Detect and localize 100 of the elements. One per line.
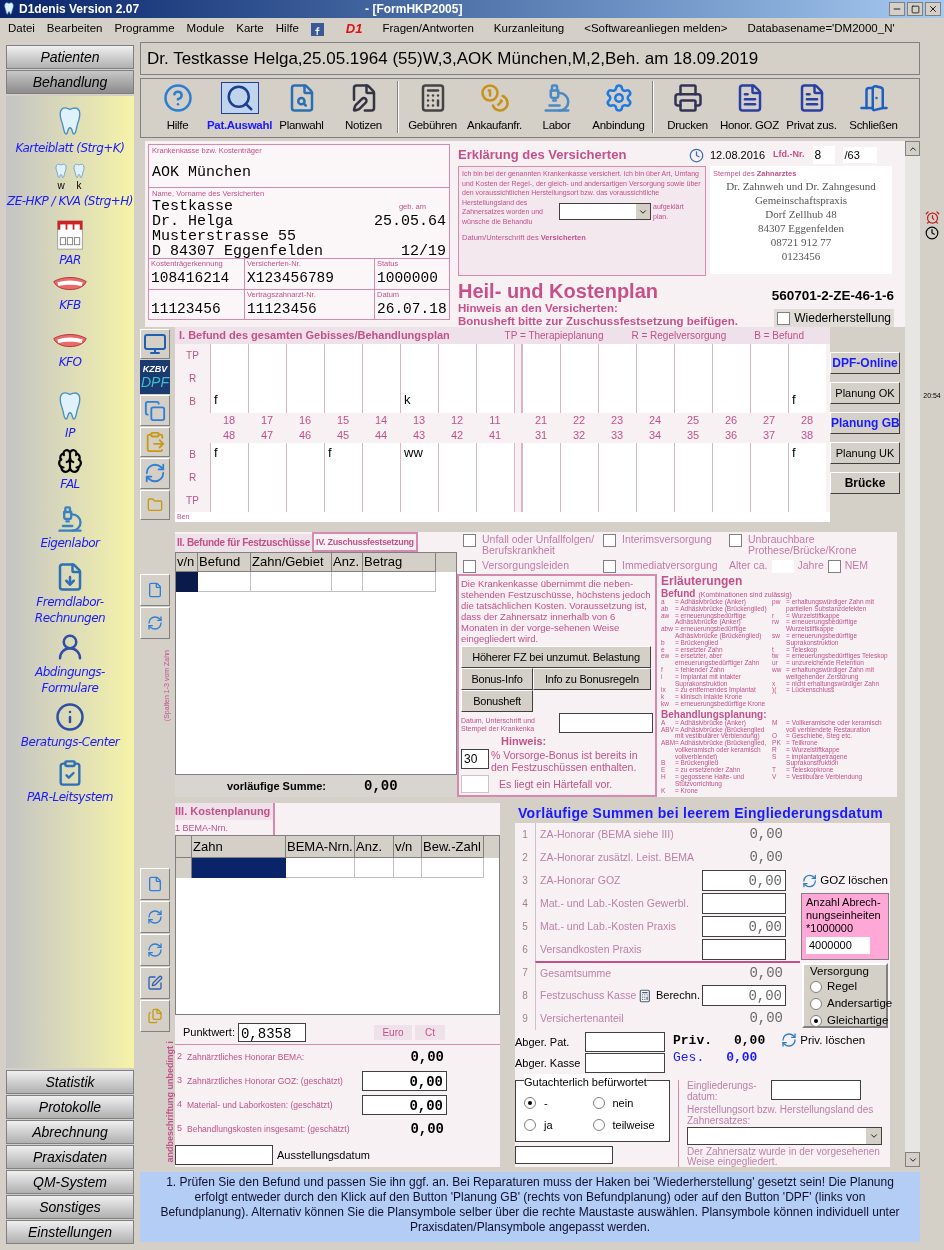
module-link[interactable]: Karteiblatt (Strg+K): [6, 140, 134, 156]
date-field[interactable]: [175, 1145, 273, 1165]
amount-field[interactable]: [702, 893, 786, 914]
menu-item[interactable]: <Softwareanliegen melden>: [584, 20, 728, 38]
module-link[interactable]: KFB: [6, 297, 134, 313]
tool-button[interactable]: [140, 1000, 170, 1032]
sidebar-tab[interactable]: Abrechnung: [6, 1120, 134, 1144]
table-cell[interactable]: [198, 571, 251, 592]
checkbox[interactable]: [603, 533, 616, 547]
clock-icon[interactable]: [925, 226, 939, 240]
number-field[interactable]: 8: [812, 146, 835, 164]
checkbox[interactable]: [463, 559, 476, 573]
text-field[interactable]: [515, 1146, 613, 1164]
maximize-button[interactable]: [907, 2, 923, 16]
sidebar-tab[interactable]: Sonstiges: [6, 1195, 134, 1219]
bonus-field[interactable]: 30: [461, 749, 489, 770]
toolbar-button[interactable]: Privat zus.: [781, 82, 842, 134]
table-cell[interactable]: [332, 571, 363, 592]
toolbar-button[interactable]: Pat.Auswahl: [209, 82, 270, 134]
toolbar-button[interactable]: Ankaufanfr.: [464, 82, 525, 134]
sidebar-tab[interactable]: QM-System: [6, 1170, 134, 1194]
plan-button[interactable]: Planung GB: [830, 412, 900, 434]
toolbar-button[interactable]: Planwahl: [271, 82, 332, 134]
menu-item[interactable]: Fragen/Antworten: [382, 20, 474, 38]
alarm-clock-icon[interactable]: [924, 210, 940, 225]
selected-cell[interactable]: [192, 858, 286, 878]
plan-button[interactable]: Brücke: [830, 472, 900, 494]
module-link[interactable]: FAL: [6, 476, 134, 492]
sidebar-tab[interactable]: Praxisdaten: [6, 1145, 134, 1169]
facebook-icon[interactable]: [310, 22, 324, 36]
table-cell[interactable]: [363, 571, 436, 592]
menu-item[interactable]: Bearbeiten: [46, 20, 103, 38]
toolbar-button[interactable]: Schließen: [843, 82, 904, 134]
recycle-icon[interactable]: [147, 614, 163, 631]
module-link[interactable]: Abdingungs- Formulare: [6, 664, 134, 696]
calculator-icon[interactable]: [638, 988, 652, 1003]
amount-field[interactable]: [585, 1053, 665, 1073]
toolbar-button[interactable]: Hilfe: [147, 82, 208, 134]
sidebar-tab[interactable]: Patienten: [6, 45, 134, 69]
radio-button[interactable]: [592, 1119, 605, 1132]
dpf-button[interactable]: KZBV DPF: [140, 360, 170, 395]
table-cell[interactable]: [355, 858, 394, 878]
signature-field[interactable]: [559, 712, 653, 733]
toolbar-button[interactable]: Notizen: [333, 82, 394, 134]
toolbar-button[interactable]: Gebühren: [402, 82, 463, 134]
goz-delete-button[interactable]: GOZ löschen: [820, 871, 888, 890]
edit-icon[interactable]: [147, 975, 163, 991]
new-document-icon[interactable]: [147, 581, 163, 598]
checkbox[interactable]: [603, 559, 616, 573]
menu-item[interactable]: Kurzanleitung: [493, 20, 565, 38]
checkbox[interactable]: [463, 533, 476, 547]
sidebar-tab[interactable]: Protokolle: [6, 1095, 134, 1119]
checkbox[interactable]: [777, 311, 791, 325]
plan-button[interactable]: Planung OK: [830, 382, 900, 404]
module-link[interactable]: PAR: [6, 252, 134, 268]
close-button[interactable]: [925, 2, 941, 16]
checkbox[interactable]: [827, 559, 841, 573]
recycle-icon[interactable]: [147, 909, 163, 925]
amount-field[interactable]: 0,00: [702, 870, 786, 891]
dropdown[interactable]: [559, 203, 651, 221]
toolbar-button[interactable]: Labor: [526, 82, 587, 134]
sidebar-tab[interactable]: Einstellungen: [6, 1220, 134, 1244]
scroll-down-button[interactable]: [905, 1152, 920, 1167]
button[interactable]: Bonus-Info: [461, 667, 533, 690]
amount-field[interactable]: 0,00: [702, 985, 786, 1006]
tool-button[interactable]: [140, 606, 170, 639]
table-cell[interactable]: [286, 858, 355, 878]
module-link[interactable]: ZE-HKP / KVA (Strg+H): [6, 193, 134, 209]
menu-item[interactable]: Karte: [236, 20, 264, 38]
menu-item[interactable]: Datei: [8, 20, 35, 38]
radio-button[interactable]: [810, 1014, 822, 1027]
sidebar-tab[interactable]: Statistik: [6, 1070, 134, 1094]
tool-button[interactable]: [140, 967, 170, 999]
date-field[interactable]: [771, 1080, 861, 1100]
radio-button[interactable]: [810, 997, 822, 1010]
checkbox[interactable]: [461, 775, 489, 794]
radio-button[interactable]: [592, 1096, 605, 1109]
checkbox[interactable]: [729, 533, 742, 547]
plan-button[interactable]: Planung UK: [830, 442, 900, 464]
module-link[interactable]: PAR-Leitsystem: [6, 789, 134, 805]
radio-button[interactable]: [524, 1119, 536, 1132]
plan-button[interactable]: DPF-Online: [830, 352, 900, 374]
recycle-icon[interactable]: [147, 942, 163, 958]
punktwert-field[interactable]: 0,8358: [237, 1023, 306, 1042]
tool-button[interactable]: [140, 573, 170, 606]
menu-item[interactable]: Databasename='DM2000_N': [747, 20, 895, 38]
button[interactable]: Bonusheft: [461, 689, 533, 712]
toolbar-button[interactable]: Honor. GOZ: [719, 82, 780, 134]
button[interactable]: Höherer FZ bei unzumut. Belastung: [461, 645, 651, 668]
table-cell[interactable]: [422, 858, 484, 878]
amount-field[interactable]: 0,00: [362, 1095, 447, 1115]
module-link[interactable]: Eigenlabor: [6, 535, 134, 551]
module-link[interactable]: KFO: [6, 354, 134, 370]
tool-button[interactable]: [140, 868, 170, 900]
table-cell[interactable]: [394, 858, 422, 878]
sidebar-tab[interactable]: Behandlung: [6, 70, 134, 94]
button[interactable]: Info zu Bonusregeln: [533, 667, 651, 690]
tool-button[interactable]: [140, 901, 170, 933]
dropdown[interactable]: [687, 1127, 882, 1145]
radio-button[interactable]: [524, 1096, 536, 1109]
